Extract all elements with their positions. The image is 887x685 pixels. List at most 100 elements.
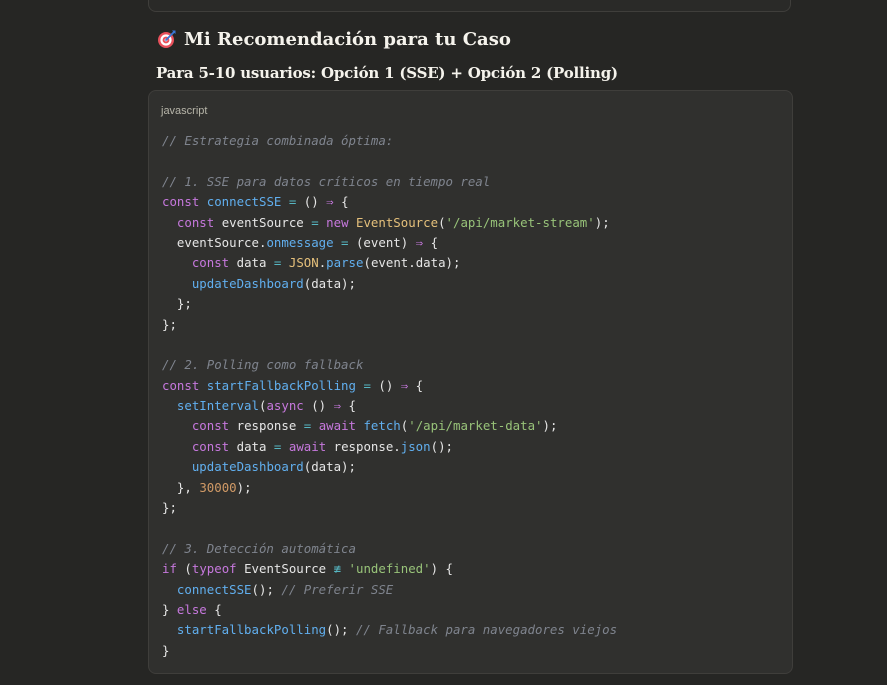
code-line: } xyxy=(162,641,617,661)
code-token: (); xyxy=(326,622,356,638)
code-token: typeof xyxy=(191,561,245,577)
code-token: updateDashboard xyxy=(191,275,304,291)
code-token: const xyxy=(162,377,207,393)
code-token: ( xyxy=(184,561,192,577)
code-token: else xyxy=(176,601,207,617)
code-token: } xyxy=(162,642,170,658)
code-token: eventSource. xyxy=(162,234,267,250)
code-token: // Estrategia combinada óptima: xyxy=(162,133,394,148)
code-line: updateDashboard(data); xyxy=(162,457,617,477)
code-token: fetch xyxy=(363,418,401,434)
code-token: (data); xyxy=(303,459,356,475)
code-token: { xyxy=(341,398,356,414)
code-line: eventSource.onmessage = (event) ⇒ { xyxy=(162,233,617,253)
code-token: connectSSE xyxy=(176,581,252,597)
code-token: json xyxy=(400,438,431,454)
code-token: parse xyxy=(326,255,364,271)
code-token: }; xyxy=(162,316,177,332)
code-token: async xyxy=(266,398,304,414)
code-token: // Preferir SSE xyxy=(281,581,394,597)
code-token: () xyxy=(296,194,327,210)
code-token: 'undefined' xyxy=(348,561,431,577)
code-token: { xyxy=(206,601,222,617)
code-line: }; xyxy=(162,294,617,314)
code-line: startFallbackPolling(); // Fallback para… xyxy=(162,620,617,640)
code-line: // 3. Detección automática xyxy=(162,539,617,559)
code-token: eventSource xyxy=(221,214,312,230)
code-line: setInterval(async () ⇒ { xyxy=(162,396,617,416)
code-token: new xyxy=(326,214,356,230)
code-token: (event.data); xyxy=(363,255,461,271)
code-token: = xyxy=(363,377,371,393)
code-token: ); xyxy=(236,479,252,495)
code-token: ⇒ xyxy=(333,398,342,414)
code-token: (event) xyxy=(348,234,416,250)
code-line: } else { xyxy=(162,600,617,620)
code-line: }, 30000); xyxy=(162,478,617,498)
code-token: ) { xyxy=(430,561,453,577)
code-line: // 1. SSE para datos críticos en tiempo … xyxy=(162,172,617,192)
code-token: = xyxy=(341,234,349,250)
code-token: await xyxy=(288,438,334,454)
code-content[interactable]: // Estrategia combinada óptima: // 1. SS… xyxy=(162,131,617,661)
code-block[interactable]: javascript // Estrategia combinada óptim… xyxy=(148,90,793,674)
section-heading-text: Mi Recomendación para tu Caso xyxy=(184,28,511,50)
code-line: const data = JSON.parse(event.data); xyxy=(162,253,617,273)
code-token: ); xyxy=(594,214,610,230)
code-line: connectSSE(); // Preferir SSE xyxy=(162,580,617,600)
code-line: const response = await fetch('/api/marke… xyxy=(162,416,617,436)
code-token: const xyxy=(176,214,222,230)
code-token: // Fallback para navegadores viejos xyxy=(355,622,618,638)
code-token: = xyxy=(311,214,319,230)
code-token: const xyxy=(191,418,237,434)
code-token: data xyxy=(236,255,274,271)
code-token: (data); xyxy=(303,275,356,291)
code-token: setInterval xyxy=(176,398,259,414)
code-token: (); xyxy=(251,581,282,597)
code-token: }; xyxy=(162,296,192,312)
code-token: } xyxy=(162,601,177,617)
section-heading: Mi Recomendación para tu Caso xyxy=(156,26,511,52)
code-token: const xyxy=(191,438,237,454)
code-token: EventSource xyxy=(244,561,334,577)
code-token: }, xyxy=(162,479,200,495)
code-token: { xyxy=(333,194,349,210)
code-line: // 2. Polling como fallback xyxy=(162,355,617,375)
code-token: updateDashboard xyxy=(191,459,304,475)
code-token: (); xyxy=(430,438,453,454)
code-line: }; xyxy=(162,498,617,518)
code-line: const eventSource = new EventSource('/ap… xyxy=(162,213,617,233)
code-line: const connectSSE = () ⇒ { xyxy=(162,192,617,212)
code-line: }; xyxy=(162,315,617,335)
code-token: ⇒ xyxy=(326,194,334,210)
code-token: const xyxy=(191,255,237,271)
code-token: const xyxy=(162,194,207,210)
code-token: }; xyxy=(162,500,177,516)
code-token: () xyxy=(303,398,334,414)
code-token: if xyxy=(162,561,185,577)
previous-message-card xyxy=(148,0,791,12)
code-token: // 2. Polling como fallback xyxy=(162,357,364,373)
code-token: { xyxy=(423,234,439,250)
code-token: data xyxy=(236,438,274,454)
code-language-label: javascript xyxy=(161,105,208,117)
code-line: if (typeof EventSource ≢ 'undefined') { xyxy=(162,559,617,579)
code-line: updateDashboard(data); xyxy=(162,274,617,294)
code-token: 30000 xyxy=(199,479,237,495)
code-token: '/api/market-stream' xyxy=(445,214,595,230)
code-token: connectSSE xyxy=(206,194,282,210)
code-token: // 1. SSE para datos críticos en tiempo … xyxy=(162,173,491,189)
code-token: ≢ xyxy=(333,561,342,577)
